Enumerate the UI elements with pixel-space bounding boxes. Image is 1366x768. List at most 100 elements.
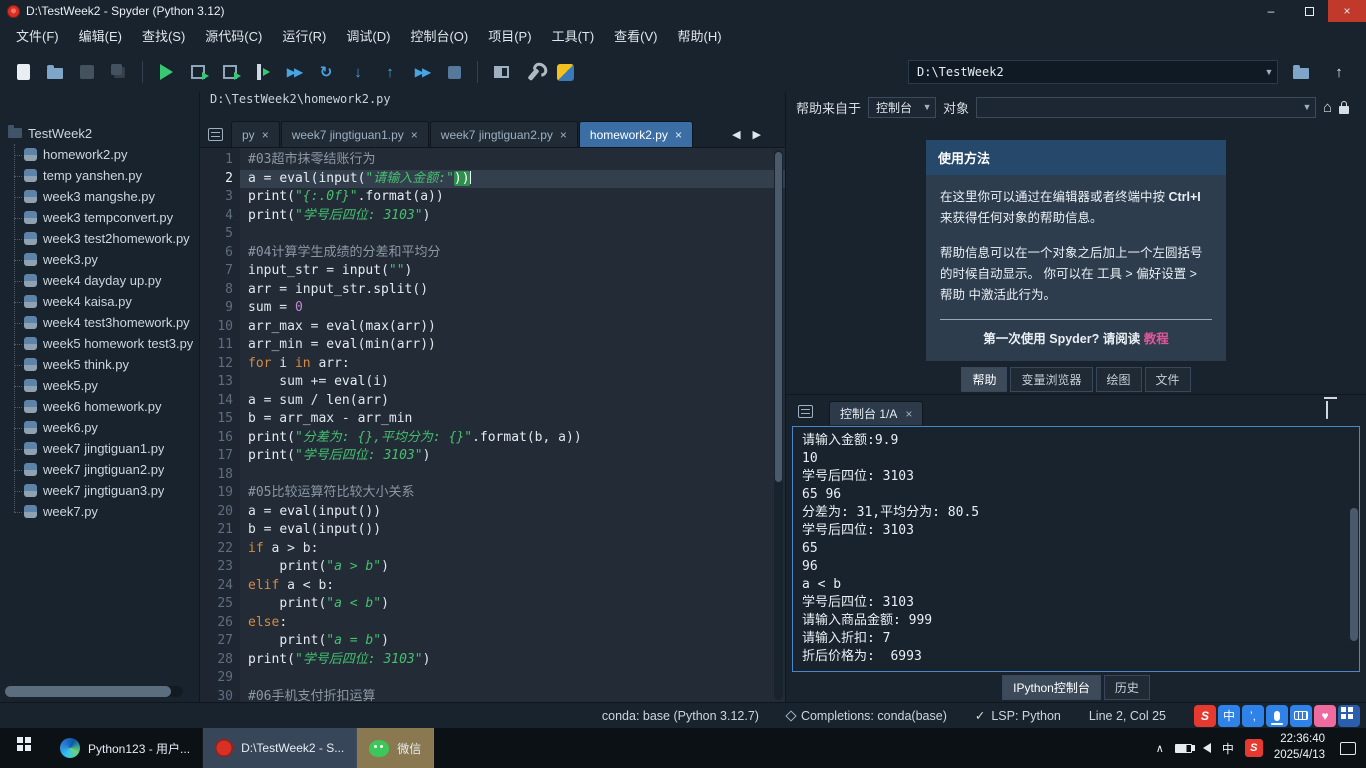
project-file-row[interactable]: week5.py (8, 375, 199, 396)
new-file-button[interactable] (8, 57, 38, 87)
next-tab-button[interactable]: ▶ (749, 128, 765, 141)
line-number[interactable]: 27 (200, 632, 233, 651)
ime-language-button[interactable]: 中 (1218, 704, 1240, 727)
code-line[interactable] (240, 669, 785, 688)
ime-punctuation-button[interactable]: ’, (1242, 704, 1264, 727)
conda-env-status[interactable]: conda: base (Python 3.12.7) (602, 709, 759, 723)
code-line[interactable] (240, 225, 785, 244)
code-editor[interactable]: 1 2 3 4 5 6 7 8 9 10 11 12 13 14 15 16 17 18 19 20 21 22 23 24 2… (200, 148, 785, 702)
line-number[interactable]: 25 (200, 595, 233, 614)
tab-close-icon[interactable]: × (262, 128, 269, 142)
console-scrollbar[interactable] (1350, 428, 1358, 670)
code-line[interactable]: print("{:.0f}".format(a)) (240, 188, 785, 207)
project-file-row[interactable]: week3 mangshe.py (8, 186, 199, 207)
close-button[interactable]: × (1328, 0, 1366, 22)
project-file-row[interactable]: homework2.py (8, 144, 199, 165)
line-number[interactable]: 30 (200, 688, 233, 703)
project-file-row[interactable]: week3 tempconvert.py (8, 207, 199, 228)
debug-file-button[interactable]: ▶▶ (279, 57, 309, 87)
project-file-row[interactable]: week6.py (8, 417, 199, 438)
project-file-row[interactable]: week3.py (8, 249, 199, 270)
project-root-row[interactable]: TestWeek2 (8, 122, 199, 144)
code-line[interactable]: #03超市抹零结账行为 (240, 151, 785, 170)
preferences-button[interactable] (518, 57, 548, 87)
start-button[interactable] (0, 728, 48, 768)
project-file-row[interactable]: week5 think.py (8, 354, 199, 375)
action-center-icon[interactable] (1340, 741, 1356, 755)
editor-tab[interactable]: py × (231, 121, 280, 147)
code-line[interactable]: print("分差为: {},平均分为: {}".format(b, a)) (240, 429, 785, 448)
line-number[interactable]: 5 (200, 225, 233, 244)
line-number[interactable]: 15 (200, 410, 233, 429)
sogou-tray-icon[interactable]: S (1244, 739, 1263, 757)
line-number[interactable]: 8 (200, 281, 233, 300)
browse-directory-button[interactable] (1286, 57, 1316, 87)
dock-tab[interactable]: IPython控制台 (1002, 674, 1101, 700)
project-horizontal-scrollbar[interactable] (5, 686, 183, 697)
line-number[interactable]: 24 (200, 577, 233, 596)
sogou-logo-icon[interactable]: S (1194, 704, 1216, 727)
editor-vertical-scrollbar[interactable] (774, 150, 783, 700)
chevron-down-icon[interactable]: ▼ (1299, 102, 1315, 112)
taskbar-task-spyder[interactable]: D:\TestWeek2 - S... (203, 728, 358, 768)
editor-tab[interactable]: week7 jingtiguan1.py × (280, 121, 429, 147)
tab-close-icon[interactable]: × (905, 407, 912, 421)
line-number[interactable]: 7 (200, 262, 233, 281)
line-number[interactable]: 23 (200, 558, 233, 577)
line-number[interactable]: 26 (200, 614, 233, 633)
pythonpath-button[interactable] (550, 57, 580, 87)
menu-item[interactable]: 查看(V) (604, 22, 667, 52)
ime-keyboard-button[interactable] (1290, 704, 1312, 727)
completions-status[interactable]: Completions: conda(base) (785, 709, 947, 723)
code-line[interactable]: print("a = b") (240, 632, 785, 651)
menu-item[interactable]: 编辑(E) (69, 22, 132, 52)
project-file-row[interactable]: week5 homework test3.py (8, 333, 199, 354)
code-line[interactable]: arr_max = eval(max(arr)) (240, 318, 785, 337)
hidden-icons-chevron[interactable]: ∧ (1156, 742, 1164, 755)
dock-tab[interactable]: 历史 (1103, 674, 1150, 700)
code-line[interactable]: print("a < b") (240, 595, 785, 614)
tab-close-icon[interactable]: × (411, 128, 418, 142)
continue-button[interactable]: ▶▶ (407, 57, 437, 87)
line-number[interactable]: 1 (200, 151, 233, 170)
code-line[interactable]: arr_min = eval(min(arr)) (240, 336, 785, 355)
taskbar-task-edge[interactable]: Python123 - 用户... (48, 728, 204, 768)
home-icon[interactable]: ⌂ (1323, 99, 1332, 116)
code-line[interactable]: print("a > b") (240, 558, 785, 577)
line-number-gutter[interactable]: 1 2 3 4 5 6 7 8 9 10 11 12 13 14 15 16 17 18 19 20 21 22 23 24 2… (200, 148, 240, 702)
editor-tab[interactable]: week7 jingtiguan2.py × (429, 121, 578, 147)
code-line[interactable]: print("学号后四位: 3103") (240, 447, 785, 466)
battery-icon[interactable] (1174, 743, 1194, 753)
line-number[interactable]: 10 (200, 318, 233, 337)
code-line[interactable]: for i in arr: (240, 355, 785, 374)
code-line[interactable]: sum = 0 (240, 299, 785, 318)
open-file-button[interactable] (40, 57, 70, 87)
line-number[interactable]: 28 (200, 651, 233, 670)
stop-button[interactable] (439, 57, 469, 87)
lsp-status[interactable]: ✓ LSP: Python (975, 708, 1061, 724)
code-line[interactable]: #04计算学生成绩的分差和平均分 (240, 244, 785, 263)
step-into-button[interactable]: ↓ (343, 57, 373, 87)
working-directory-combo[interactable]: D:\TestWeek2 ▼ (908, 60, 1278, 84)
line-number[interactable]: 13 (200, 373, 233, 392)
ime-mic-button[interactable] (1266, 704, 1288, 727)
menu-item[interactable]: 查找(S) (132, 22, 195, 52)
menu-item[interactable]: 运行(R) (272, 22, 336, 52)
ime-skin-button[interactable]: ♥ (1314, 704, 1336, 727)
console-output[interactable]: 请输入金额:9.9 10 学号后四位: 3103 65 96 分差为: 31,平均分为:… (792, 426, 1360, 672)
line-number[interactable]: 2 (200, 170, 233, 189)
project-file-row[interactable]: week7 jingtiguan2.py (8, 459, 199, 480)
code-line[interactable]: a = eval(input()) (240, 503, 785, 522)
taskbar-task-wechat[interactable]: 微信 (357, 728, 435, 768)
editor-tab[interactable]: homework2.py × (578, 121, 693, 147)
code-line[interactable]: else: (240, 614, 785, 633)
dock-tab[interactable]: 变量浏览器 (1010, 366, 1093, 392)
line-number[interactable]: 3 (200, 188, 233, 207)
code-line[interactable]: b = arr_max - arr_min (240, 410, 785, 429)
help-object-input[interactable]: ▼ (976, 96, 1316, 118)
line-number[interactable]: 18 (200, 466, 233, 485)
lock-icon[interactable] (1339, 100, 1349, 114)
code-line[interactable]: #05比较运算符比较大小关系 (240, 484, 785, 503)
code-line[interactable]: a = eval(input("请输入金额:")) (240, 169, 785, 188)
ime-toolbox-button[interactable] (1338, 704, 1360, 727)
